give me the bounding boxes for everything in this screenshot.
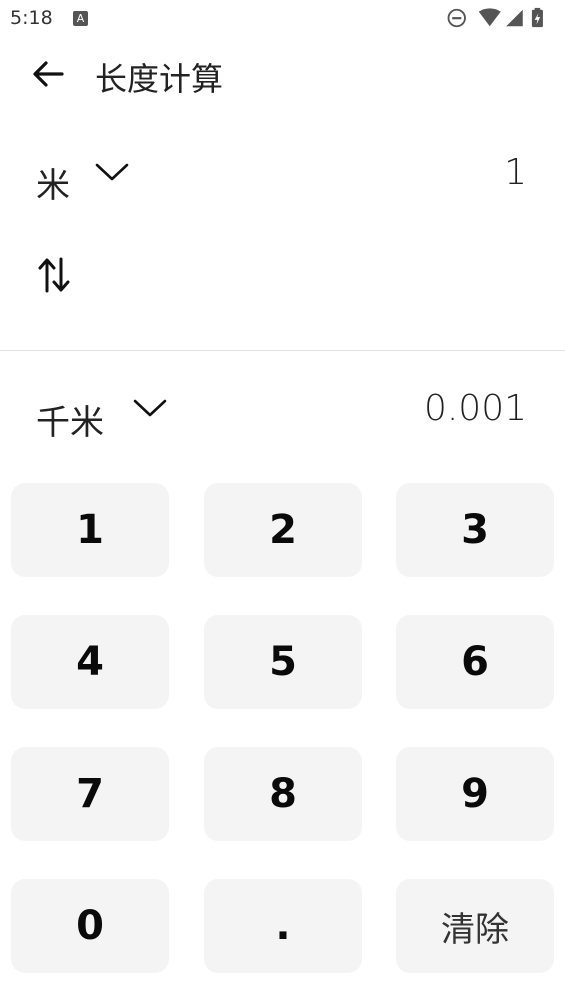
to-unit-chevron-down-icon[interactable] xyxy=(133,398,167,418)
status-bar: 5:18 A xyxy=(0,0,565,38)
app-bar: 长度计算 xyxy=(0,38,565,110)
to-unit-label[interactable]: 千米 xyxy=(36,395,104,444)
status-time: 5:18 xyxy=(10,7,53,29)
key-3[interactable]: 3 xyxy=(396,483,554,577)
key-8[interactable]: 8 xyxy=(204,747,362,841)
key-5[interactable]: 5 xyxy=(204,615,362,709)
divider xyxy=(0,350,565,351)
key-decimal[interactable]: . xyxy=(204,879,362,973)
from-value: 1 xyxy=(504,152,527,193)
back-arrow-icon[interactable] xyxy=(28,54,68,94)
battery-icon xyxy=(531,7,543,28)
swap-units-icon[interactable] xyxy=(36,255,72,295)
key-7[interactable]: 7 xyxy=(11,747,169,841)
notification-icon: A xyxy=(73,11,88,26)
from-unit-label[interactable]: 米 xyxy=(36,158,70,207)
dnd-icon xyxy=(447,8,466,28)
key-4[interactable]: 4 xyxy=(11,615,169,709)
key-2[interactable]: 2 xyxy=(204,483,362,577)
status-icons xyxy=(447,7,543,28)
page-title: 长度计算 xyxy=(95,60,224,98)
to-value: 0.001 xyxy=(423,388,527,429)
key-1[interactable]: 1 xyxy=(11,483,169,577)
clear-button[interactable]: 清除 xyxy=(396,879,554,973)
key-6[interactable]: 6 xyxy=(396,615,554,709)
wifi-icon xyxy=(478,8,501,27)
key-9[interactable]: 9 xyxy=(396,747,554,841)
signal-icon xyxy=(506,9,523,27)
from-unit-chevron-down-icon[interactable] xyxy=(95,162,129,182)
key-0[interactable]: 0 xyxy=(11,879,169,973)
